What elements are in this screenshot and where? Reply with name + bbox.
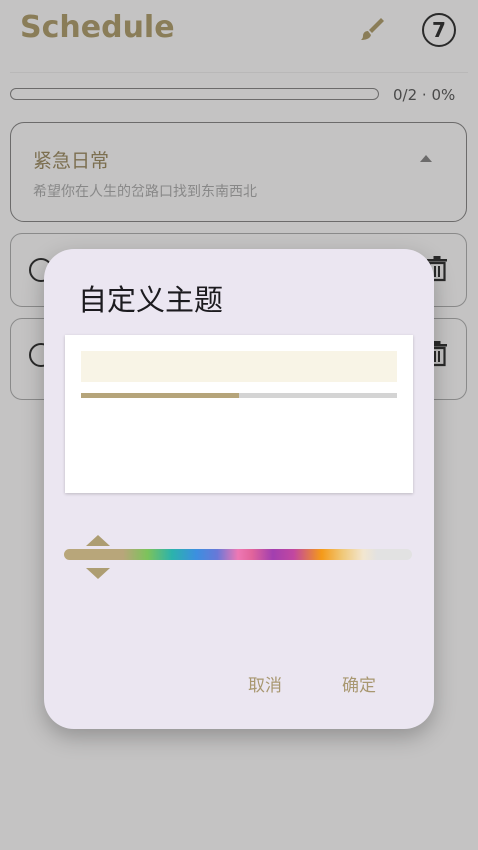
theme-preview <box>65 335 413 493</box>
preview-color-bar <box>81 351 397 382</box>
group-subtitle: 希望你在人生的岔路口找到东南西北 <box>33 184 257 200</box>
slider-handle-up-arrow <box>86 535 110 546</box>
task-count-badge[interactable]: 7 <box>422 13 456 47</box>
confirm-button[interactable]: 确定 <box>336 667 382 700</box>
slider-handle-down-arrow <box>86 568 110 579</box>
group-card[interactable]: 紧急日常 希望你在人生的岔路口找到东南西北 <box>10 122 467 222</box>
header-divider <box>10 72 468 73</box>
preview-progress-fill <box>81 393 239 398</box>
group-title: 紧急日常 <box>33 150 110 172</box>
preview-progress-track <box>81 393 397 398</box>
color-slider-track[interactable] <box>64 549 412 560</box>
color-slider-handle[interactable] <box>86 535 110 579</box>
chevron-up-icon[interactable] <box>420 155 432 162</box>
cancel-button[interactable]: 取消 <box>242 667 288 700</box>
overall-progress-bar <box>10 88 379 100</box>
brush-icon[interactable] <box>358 14 388 44</box>
progress-text: 0/2 · 0% <box>393 86 456 104</box>
dialog-title: 自定义主题 <box>78 283 224 317</box>
app-title: Schedule <box>20 10 175 45</box>
custom-theme-dialog: 自定义主题 取消 确定 <box>44 249 434 729</box>
